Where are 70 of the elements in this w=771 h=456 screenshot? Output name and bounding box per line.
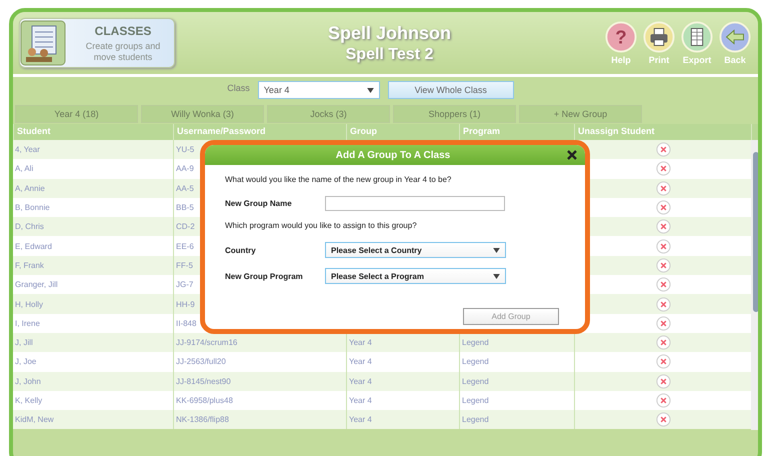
action-label[interactable]: Help (611, 55, 631, 65)
remove-icon[interactable] (656, 393, 670, 408)
table-cell-text: Granger, Jill (14, 279, 59, 292)
table-cell-text: D, Chris (14, 221, 45, 234)
table-cell: Legend (462, 396, 489, 405)
table-cell-text: J, John (14, 376, 42, 388)
printer-icon[interactable] (643, 21, 675, 53)
table-cell-text: I, Irene (14, 318, 41, 330)
section-subtitle: Create groups and move students (84, 40, 162, 62)
remove-icon[interactable] (656, 296, 670, 312)
remove-icon[interactable] (656, 412, 670, 428)
page-subtitle: Spell Test 2 (346, 46, 434, 64)
group-tab[interactable]: Year 4 (18) (15, 105, 138, 123)
table-cell-text: K, Kelly (14, 395, 44, 407)
group-tab[interactable]: Jocks (3) (267, 105, 390, 123)
remove-icon[interactable] (656, 200, 670, 216)
table-cell-text: KidM, New (14, 414, 55, 426)
group-tab[interactable]: Shoppers (1) (393, 105, 516, 123)
question-icon[interactable]: ? (605, 21, 637, 53)
remove-icon[interactable] (656, 238, 670, 254)
class-label: Class (227, 83, 250, 93)
table-cell: Legend (462, 415, 489, 424)
page-title: Spell Johnson (328, 22, 451, 44)
dropdown-caret-icon (493, 248, 500, 252)
dropdown-caret-icon (366, 88, 374, 92)
table-cell-text: F, Frank (14, 260, 45, 272)
group-tab[interactable]: Willy Wonka (3) (141, 105, 264, 123)
field-label: New Group Name (225, 199, 293, 208)
remove-icon[interactable] (656, 258, 670, 273)
action-label[interactable]: Export (682, 55, 712, 65)
action-label[interactable]: Back (724, 55, 746, 65)
table-cell-text: 4, Year (14, 144, 41, 156)
table-cell: NK-1386/flip88 (173, 410, 346, 430)
scrollbar[interactable] (751, 140, 758, 430)
table-cell: Legend (462, 376, 489, 386)
remove-icon[interactable] (656, 374, 670, 389)
spreadsheet-icon[interactable] (681, 21, 713, 53)
table-cell-text: E, Edward (14, 240, 53, 253)
remove-icon[interactable] (656, 219, 670, 234)
table-cell: Legend (462, 357, 489, 366)
field-label: Country (225, 246, 257, 254)
dropdown-field[interactable]: Please Select a Country (325, 242, 506, 258)
table-cell: Year 4 (349, 396, 372, 405)
table-cell-text: B, Bonnie (14, 202, 51, 214)
table-cell-text: J, Jill (14, 337, 34, 350)
remove-icon[interactable] (656, 161, 670, 176)
remove-icon[interactable] (656, 354, 670, 370)
section-title: CLASSES (94, 24, 152, 38)
dropdown-field[interactable]: Please Select a Program (325, 268, 506, 284)
action-label[interactable]: Print (648, 55, 670, 65)
table-cell-text: H, Holly (14, 298, 44, 311)
table-cell: Year 4 (349, 376, 372, 386)
group-tab[interactable]: + New Group (519, 105, 642, 123)
close-icon[interactable] (565, 148, 579, 162)
remove-icon[interactable] (656, 335, 670, 350)
view-whole-class-button[interactable]: View Whole Class (388, 81, 514, 99)
table-cell-text: A, Annie (14, 182, 46, 195)
table-cell: Year 4 (349, 357, 372, 366)
group-name-field[interactable] (325, 196, 505, 211)
table-cell-text: J, Joe (14, 356, 38, 368)
remove-icon[interactable] (656, 316, 670, 331)
remove-icon[interactable] (656, 180, 670, 196)
class-select[interactable]: Year 4 (258, 81, 380, 99)
table-cell-text: A, Ali (14, 163, 34, 176)
dropdown-caret-icon (493, 274, 500, 278)
remove-icon[interactable] (656, 142, 670, 158)
remove-icon[interactable] (656, 277, 670, 292)
table-cell: Year 4 (349, 415, 372, 424)
table-cell: Year 4 (349, 338, 372, 348)
table-cell: Legend (462, 338, 489, 348)
